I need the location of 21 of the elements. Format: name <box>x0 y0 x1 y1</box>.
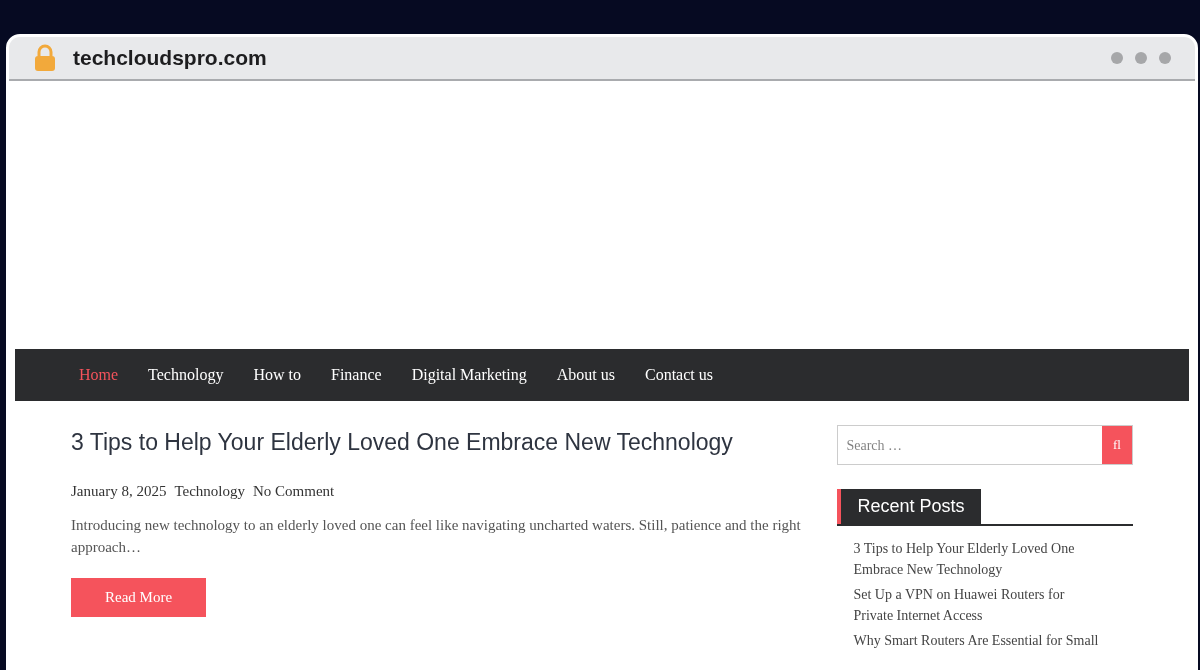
recent-post-link[interactable]: 3 Tips to Help Your Elderly Loved One Embrace New Technology <box>853 538 1101 580</box>
nav-link[interactable]: Digital Marketing <box>411 363 527 387</box>
post-excerpt: Introducing new technology to an elderly loved one can feel like navigating uncharted waters. Still, patience and the right approach… <box>71 516 802 557</box>
post-comments[interactable]: No Comment <box>253 479 335 502</box>
url-text: techcloudspro.com <box>73 45 267 72</box>
window-dot-icon <box>1111 52 1123 64</box>
nav-link[interactable]: Finance <box>331 363 382 387</box>
post-category[interactable]: Technology <box>174 479 245 502</box>
post-title[interactable]: 3 Tips to Help Your Elderly Loved One Embrace New Technology <box>71 425 808 460</box>
recent-post-link[interactable]: Why Smart Routers Are Essential for Small <box>853 630 1101 651</box>
nav-link[interactable]: Home <box>79 363 119 387</box>
lock-icon <box>33 44 57 72</box>
recent-post-link[interactable]: Set Up a VPN on Huawei Routers for Private Internet Access <box>853 584 1101 626</box>
widget-title: Recent Posts <box>837 489 981 524</box>
window-dot-icon <box>1159 52 1171 64</box>
nav-link[interactable]: Contact us <box>644 363 713 387</box>
nav-link[interactable]: Technology <box>148 363 224 387</box>
nav-link[interactable]: How to <box>253 363 301 387</box>
post-date[interactable]: January 8, 2025 <box>71 479 167 502</box>
window-dot-icon <box>1135 52 1147 64</box>
nav-link[interactable]: About us <box>556 363 615 387</box>
